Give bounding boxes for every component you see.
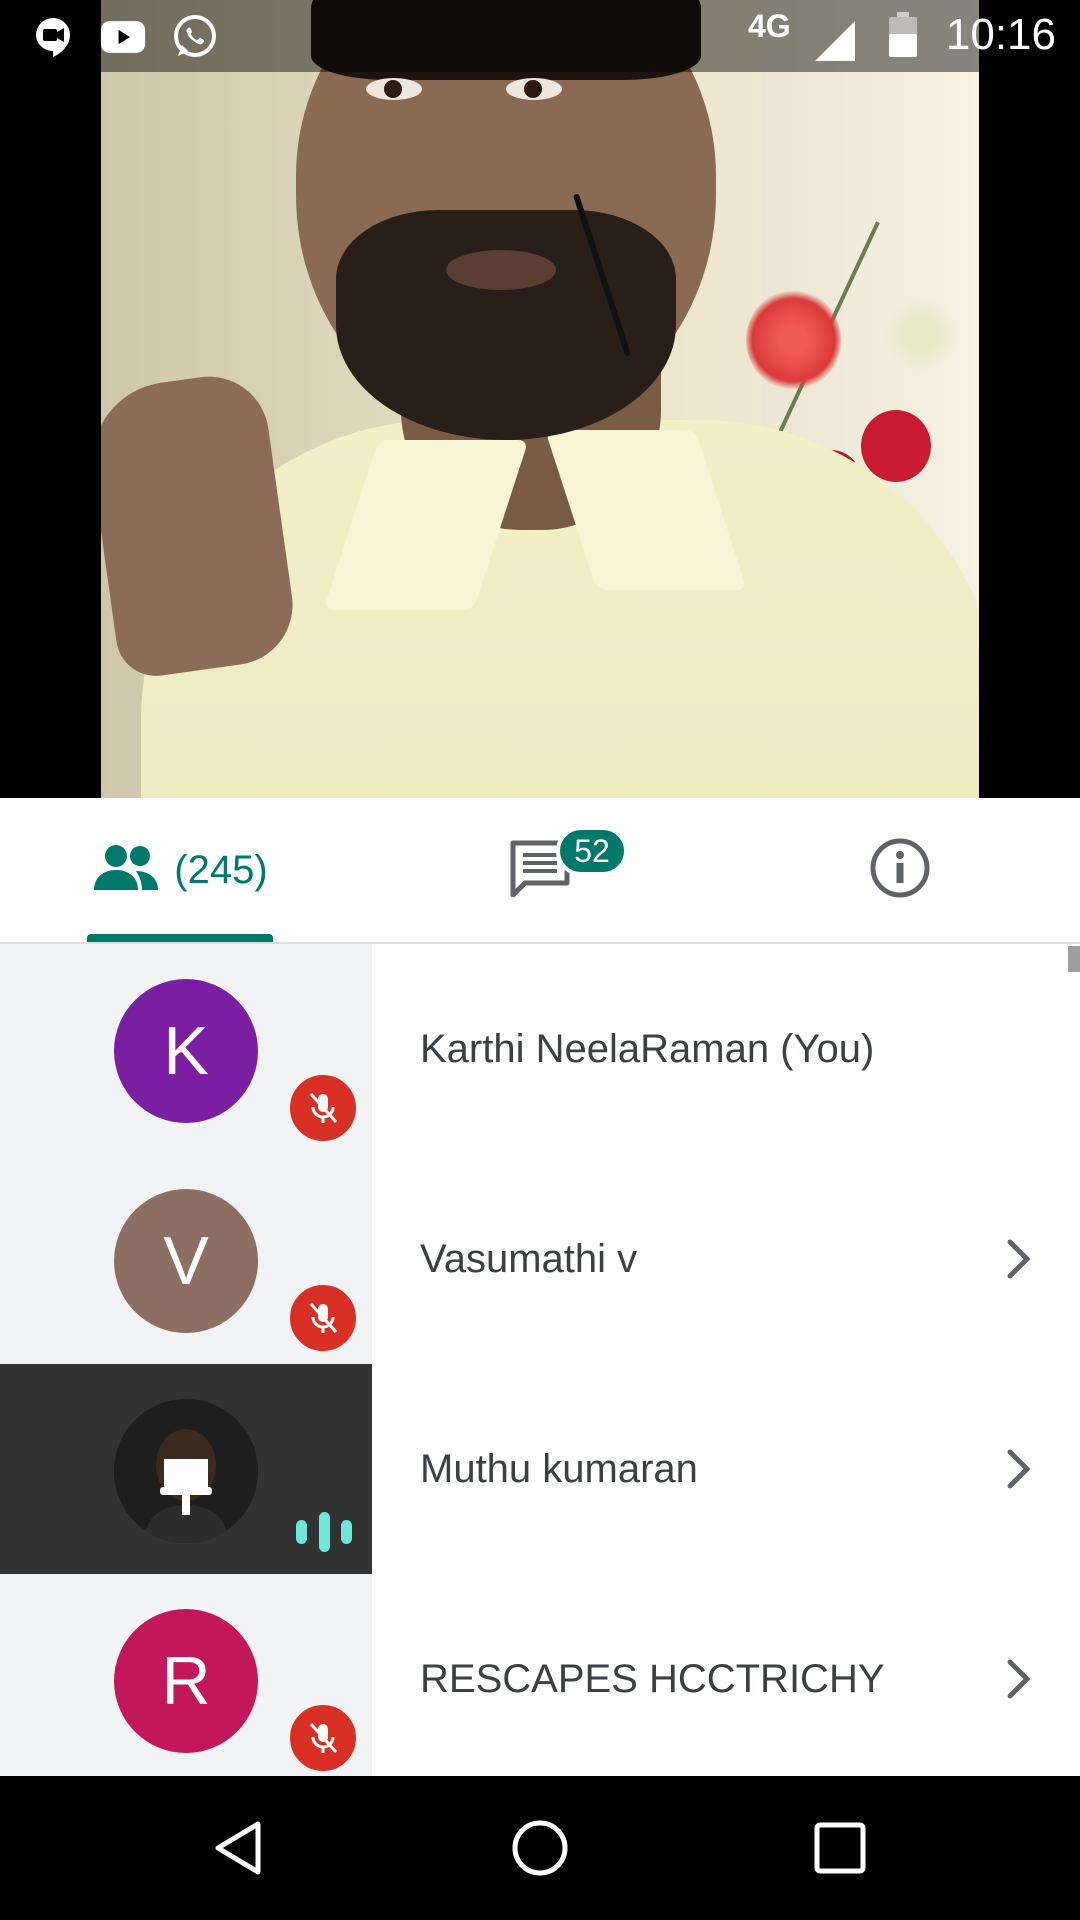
participant-row[interactable]: Muthu kumaran: [0, 1364, 1080, 1574]
signal-icon: [812, 18, 858, 64]
tab-info[interactable]: [800, 798, 1000, 942]
chevron-right-icon[interactable]: [998, 1654, 1042, 1704]
tab-bar: (245): [0, 798, 1080, 944]
people-count: (245): [174, 847, 268, 892]
recents-icon[interactable]: [800, 1808, 880, 1888]
participant-name: Karthi NeelaRaman (You): [420, 1026, 875, 1071]
participant-row[interactable]: R RESCAPES HCCTRICHY: [0, 1574, 1080, 1776]
participant-row[interactable]: K Karthi NeelaRaman (You): [0, 944, 1080, 1154]
avatar: [114, 1399, 258, 1543]
network-type: 4G: [748, 8, 791, 44]
home-icon[interactable]: [500, 1808, 580, 1888]
main-video[interactable]: [0, 0, 1080, 798]
avatar: V: [114, 1189, 258, 1333]
participant-name: Muthu kumaran: [420, 1446, 698, 1491]
hangouts-meet-icon: [30, 14, 76, 60]
clock: 10:16: [945, 10, 1056, 59]
tab-people[interactable]: (245): [40, 798, 320, 942]
active-tab-indicator: [87, 934, 273, 942]
status-bar: 4G 10:16: [0, 0, 1080, 72]
avatar: K: [114, 979, 258, 1123]
chevron-right-icon[interactable]: [998, 1444, 1042, 1494]
speaker-video-frame: [101, 0, 979, 798]
participant-row[interactable]: V Vasumathi v: [0, 1154, 1080, 1364]
chevron-right-icon[interactable]: [998, 1234, 1042, 1284]
info-icon: [869, 837, 931, 904]
whatsapp-icon: [172, 14, 218, 60]
mic-off-icon: [287, 1702, 359, 1774]
mic-off-icon: [287, 1072, 359, 1144]
chat-unread-badge: 52: [556, 826, 628, 876]
youtube-icon: [100, 14, 146, 60]
back-icon[interactable]: [200, 1808, 280, 1888]
navigation-bar: [0, 1776, 1080, 1920]
participant-name: RESCAPES HCCTRICHY: [420, 1656, 885, 1701]
participant-name: Vasumathi v: [420, 1236, 638, 1281]
speaking-indicator-icon: [296, 1512, 352, 1552]
battery-icon: [880, 12, 926, 58]
tab-chat[interactable]: [420, 798, 660, 942]
mic-off-icon: [287, 1282, 359, 1354]
participant-list[interactable]: K Karthi NeelaRaman (You) V Vasumathi v: [0, 944, 1080, 1776]
avatar: R: [114, 1609, 258, 1753]
people-icon: [92, 844, 160, 897]
